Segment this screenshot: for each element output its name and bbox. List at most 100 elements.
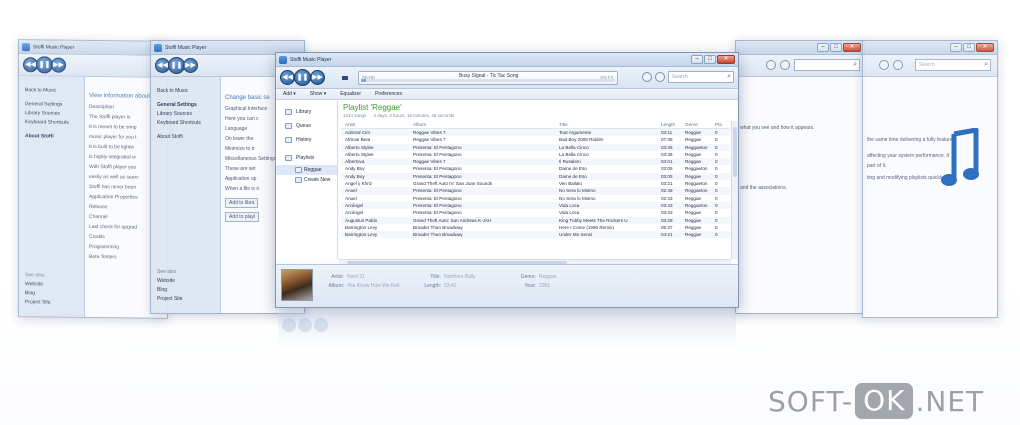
minimize-button[interactable]: – [817,43,829,52]
see-also-label: See also [157,269,177,275]
seek-bar-fill [361,79,367,82]
table-row[interactable]: Alberto Stylee Presenta: El Pentagono La B… [341,143,730,151]
table-row[interactable]: Admiral Cim Reggae Vibes 7 Tout Argumente 0… [341,129,730,137]
nav-back-to-music[interactable]: Back to Music [157,88,214,94]
link-project-site[interactable]: Project Site [157,296,183,302]
nav-history-label: History [296,137,312,143]
menu-preferences[interactable]: Preferences [368,89,409,99]
detail-year: Year: 2001 [516,283,551,289]
nav-library-sources[interactable]: Library Sources [25,110,78,117]
cell-album: Presenta: El Pentagono [413,173,462,179]
repeat-icon[interactable] [893,60,903,70]
seek-bar[interactable] [361,79,615,82]
repeat-icon[interactable] [655,72,665,82]
previous-icon[interactable]: ◀◀ [280,70,295,85]
detail-value[interactable]: Nord 21 [347,274,365,280]
col-length[interactable]: Length [661,121,685,128]
next-icon[interactable]: ▶▶ [51,57,66,73]
menu-show[interactable]: Show ▾ [303,89,333,99]
caption-buttons: – □ ✕ [950,43,994,52]
minimize-button[interactable]: – [950,43,962,52]
nav-keyboard-shortcuts[interactable]: Keyboard Shortcuts [157,120,214,126]
detail-value[interactable]: 2001 [539,283,550,289]
nav-library-sources[interactable]: Library Sources [157,111,214,117]
detail-value[interactable]: Northern Bally [444,274,476,280]
next-icon[interactable]: ▶▶ [310,70,325,85]
playlist-reggae[interactable]: Reggae [276,165,337,175]
table-row[interactable]: Alberto Stylee Presenta: El Pentagono La B… [341,151,730,158]
close-button[interactable]: ✕ [717,55,735,64]
nav-general-settings[interactable]: General Settings [157,102,214,108]
link-blog[interactable]: Blog [25,290,51,296]
repeat-icon[interactable] [780,60,790,70]
add-to-playlist-option[interactable]: Add to playl [225,212,260,222]
transport-bar: ◀◀ ❚❚ ▶▶ [19,54,167,78]
cell-plays: 0 [715,159,718,165]
table-row[interactable]: Anuel Presenta: El Pentagono No Sera lo Mi… [341,187,730,195]
cell-album: Grand Theft Auto: San Andreas K-JAH [413,217,492,223]
minimize-button[interactable]: – [691,55,703,64]
table-row[interactable]: Anuel Presenta: El Pentagono No Sera lo Mi… [341,195,730,202]
volume-icon[interactable] [342,76,348,80]
nav-keyboard-shortcuts[interactable]: Keyboard Shortcuts [25,119,78,126]
next-icon[interactable]: ▶▶ [183,58,198,73]
table-row[interactable]: Angel y Khriz Grand Theft Auto IV: San Ju… [341,180,730,187]
table-row[interactable]: Andy Boy Presenta: El Pentagono Dame de Es… [341,172,730,181]
col-plays[interactable]: Pla [715,121,727,128]
table-row[interactable]: Andy Boy Presenta: El Pentagono Dame de Es… [341,165,730,172]
shuffle-icon[interactable] [879,60,889,70]
menu-equalizer[interactable]: Equalizer [333,89,368,99]
create-new-playlist[interactable]: Create New [276,175,337,185]
detail-label: Album: [328,283,344,289]
col-title[interactable]: Title [559,121,661,128]
table-row[interactable]: Albertova Reggae Vibes 7 Il Rusalem 04:01 Re… [341,158,730,166]
detail-value[interactable]: You Know How We Roll [347,283,400,289]
detail-album: Album: You Know How We Roll [324,283,400,289]
maximize-button[interactable]: □ [963,43,975,52]
nav-playlists[interactable]: Playlists [276,151,337,165]
window-titlebar[interactable]: – □ ✕ [863,41,997,55]
window-titlebar[interactable]: Stoffi Music Player – □ ✕ [276,53,738,67]
col-artist[interactable]: Artist [341,121,413,128]
close-button[interactable]: ✕ [843,43,861,52]
table-row[interactable]: Barrington Levy Broader Than Broadway Here… [341,224,730,231]
vertical-scrollbar[interactable] [731,121,738,259]
menu-add[interactable]: Add ▾ [276,89,303,99]
link-project-site[interactable]: Project Site [25,299,51,305]
site-watermark: SOFT- OK .NET [768,381,984,421]
table-row[interactable]: Arcángel Presenta: El Pentagono Vida Loca 0… [341,201,730,210]
link-website[interactable]: Website [157,278,183,284]
scroll-thumb[interactable] [733,127,737,177]
window-titlebar[interactable]: – □ ✕ [736,41,864,55]
shuffle-icon[interactable] [642,72,652,82]
detail-value[interactable]: Reggae [539,274,557,280]
cell-genre: Reggae [685,137,702,143]
table-row[interactable]: Arcángel Presenta: El Pentagono Vida Loca 0… [341,209,730,216]
watermark-badge: OK [855,383,914,419]
table-row[interactable]: African Beat Reggae Vibes 7 Bad Boy 2008 R… [341,136,730,143]
nav-library[interactable]: Library [276,105,337,119]
now-playing-bar[interactable]: 00:00 Busy Signal - Tic Tac Song 03:13 [358,71,618,85]
nav-history[interactable]: History [276,133,337,147]
nav-general-settings[interactable]: General Settings [25,101,78,108]
shuffle-icon[interactable] [766,60,776,70]
nav-about-stoffi[interactable]: About Stoffi [157,134,214,140]
pause-icon[interactable]: ❚❚ [294,69,311,86]
col-genre[interactable]: Genre [685,121,715,128]
close-button[interactable]: ✕ [976,43,994,52]
nav-queue[interactable]: Queue [276,119,337,133]
add-to-library-option[interactable]: Add to libra [225,198,259,208]
cell-plays: 0 [715,202,718,208]
search-input[interactable]: Search ⌕ [668,71,734,83]
maximize-button[interactable]: □ [704,55,716,64]
col-album[interactable]: Album [413,121,559,128]
maximize-button[interactable]: □ [830,43,842,52]
table-row[interactable]: Barrington Levy Broader Than Broadway Unde… [341,231,730,239]
search-input[interactable]: ⌕ [794,59,860,71]
search-input[interactable]: Search ⌕ [915,59,991,71]
link-blog[interactable]: Blog [157,287,183,293]
table-row[interactable]: Augustus Pablo Grand Theft Auto: San Andr… [341,216,730,224]
link-website[interactable]: Website [25,281,51,287]
nav-back-to-music[interactable]: Back to Music [25,87,78,94]
nav-about-stoffi[interactable]: About Stoffi [25,133,78,140]
